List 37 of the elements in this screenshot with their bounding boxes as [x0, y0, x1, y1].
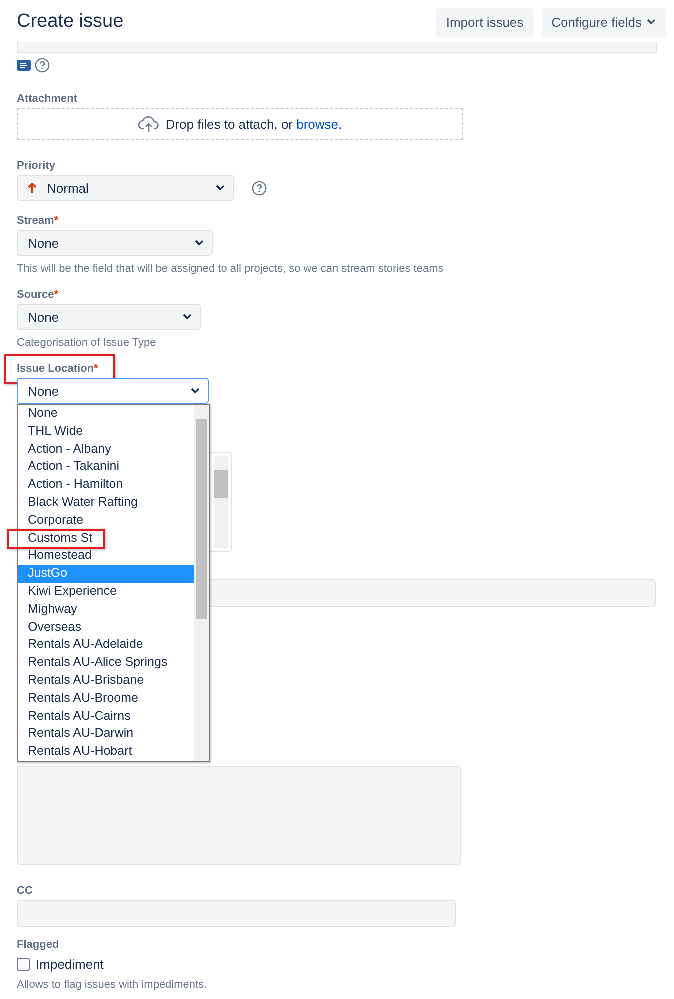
- field-label: Source*: [17, 289, 59, 301]
- field-label: Stream*: [17, 215, 59, 227]
- dropdown-option[interactable]: Rentals AU-Hobart: [18, 743, 194, 761]
- menu-button[interactable]: Configure fields: [542, 8, 666, 36]
- field-label: CC: [17, 885, 33, 897]
- help-text: This will be the field that will be assigned to all projects, so we can stream stories teams: [17, 263, 445, 275]
- cc-input[interactable]: [17, 900, 456, 927]
- field-label: Priority: [17, 160, 56, 172]
- stream-select[interactable]: None: [17, 230, 213, 256]
- field-label: Attachment: [17, 93, 78, 105]
- field-label: Flagged: [17, 939, 60, 951]
- arrow-up-icon: [28, 183, 37, 193]
- chevron-down-icon: [183, 314, 192, 320]
- required-asterisk: *: [54, 289, 59, 301]
- cloud-upload-icon: [138, 115, 160, 133]
- browse-link[interactable]: browse.: [296, 116, 342, 132]
- location-select[interactable]: None: [17, 378, 209, 404]
- required-asterisk: *: [94, 363, 98, 375]
- required-asterisk: *: [54, 215, 59, 227]
- dropdown-option[interactable]: None: [18, 405, 194, 423]
- help-text: Allows to flag issues with impediments.: [17, 979, 208, 991]
- chevron-down-icon: [216, 185, 225, 191]
- impediment-checkbox[interactable]: Impediment: [17, 957, 657, 972]
- help-text: Categorisation of Issue Type: [17, 337, 158, 349]
- chevron-down-icon: [191, 388, 200, 394]
- chevron-down-icon: [195, 240, 204, 246]
- text-format-icon[interactable]: [17, 60, 31, 70]
- source-select[interactable]: None: [17, 304, 201, 330]
- import-button[interactable]: Import issues: [436, 8, 534, 36]
- scrollbar[interactable]: [194, 405, 209, 761]
- help-icon[interactable]: [252, 180, 267, 196]
- file-drop-zone[interactable]: Drop files to attach, or browse.: [17, 108, 463, 140]
- help-icon[interactable]: [35, 58, 50, 72]
- chevron-down-icon: [647, 19, 656, 25]
- drop-text: Drop files to attach, or browse.: [166, 116, 342, 132]
- page-title: Create issue: [17, 11, 124, 33]
- priority-select[interactable]: Normal: [17, 175, 234, 201]
